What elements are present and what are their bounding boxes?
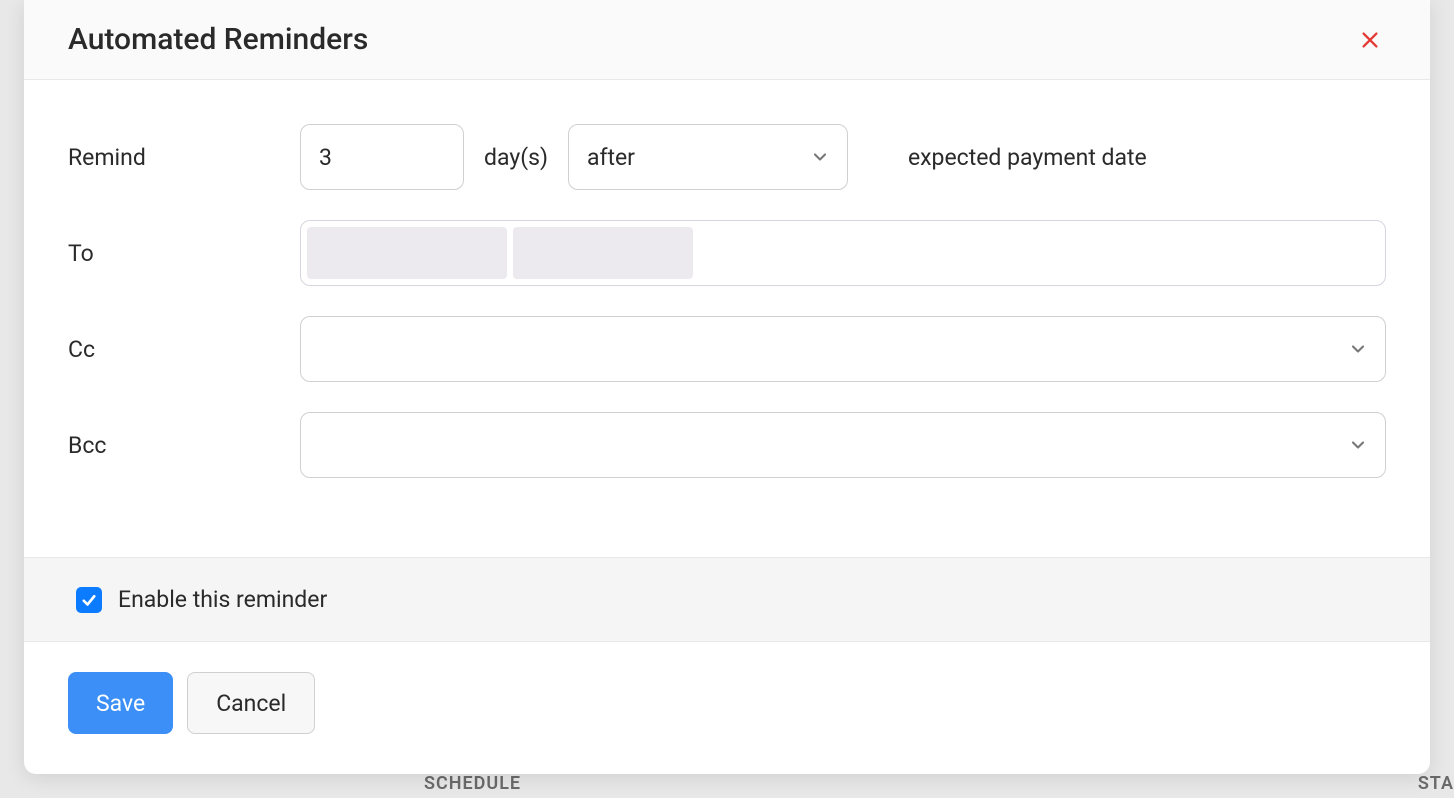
modal-body: Remind day(s) after expected payment dat… bbox=[24, 80, 1430, 557]
modal-header: Automated Reminders bbox=[24, 0, 1430, 80]
to-input[interactable] bbox=[300, 220, 1386, 286]
cc-label: Cc bbox=[68, 336, 300, 363]
modal-title: Automated Reminders bbox=[68, 22, 368, 57]
automated-reminders-modal: Automated Reminders Remind day(s) after bbox=[24, 0, 1430, 774]
cc-select-wrapper bbox=[300, 316, 1386, 382]
remind-days-input[interactable] bbox=[300, 124, 464, 190]
remind-when-select-wrapper: after bbox=[568, 124, 848, 190]
check-icon bbox=[80, 591, 98, 609]
remind-content: day(s) after expected payment date bbox=[300, 124, 1386, 190]
enable-reminder-checkbox[interactable] bbox=[76, 587, 102, 613]
close-button[interactable] bbox=[1354, 24, 1386, 56]
cc-row: Cc bbox=[68, 316, 1386, 382]
cancel-button[interactable]: Cancel bbox=[187, 672, 315, 734]
close-icon bbox=[1359, 29, 1381, 51]
bcc-select[interactable] bbox=[300, 412, 1386, 478]
bg-col-sta: STA bbox=[1418, 773, 1454, 794]
to-row: To bbox=[68, 220, 1386, 286]
enable-reminder-label: Enable this reminder bbox=[118, 586, 327, 613]
bg-col-schedule: SCHEDULE bbox=[424, 773, 521, 794]
to-label: To bbox=[68, 240, 300, 267]
modal-footer: Save Cancel bbox=[24, 642, 1430, 774]
to-recipient-chip[interactable] bbox=[307, 227, 507, 279]
bcc-label: Bcc bbox=[68, 432, 300, 459]
expected-payment-label: expected payment date bbox=[908, 144, 1147, 171]
remind-label: Remind bbox=[68, 144, 300, 171]
save-button[interactable]: Save bbox=[68, 672, 173, 734]
days-label: day(s) bbox=[484, 144, 548, 171]
bcc-select-wrapper bbox=[300, 412, 1386, 478]
to-recipient-chip[interactable] bbox=[513, 227, 693, 279]
enable-section: Enable this reminder bbox=[24, 557, 1430, 642]
remind-row: Remind day(s) after expected payment dat… bbox=[68, 124, 1386, 190]
remind-when-select[interactable]: after bbox=[568, 124, 848, 190]
bcc-row: Bcc bbox=[68, 412, 1386, 478]
cc-select[interactable] bbox=[300, 316, 1386, 382]
